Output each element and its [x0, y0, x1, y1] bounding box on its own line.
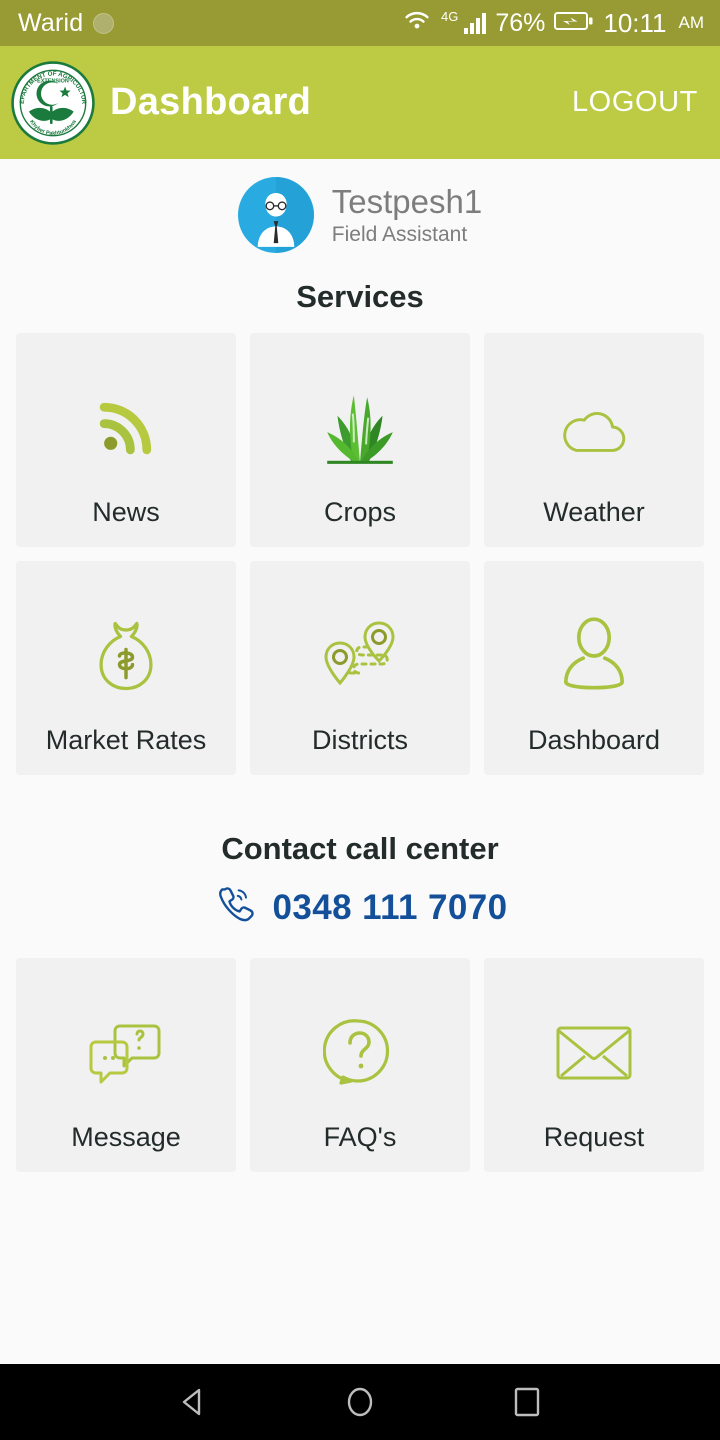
service-label: News: [92, 497, 160, 527]
clock-label: 10:11: [603, 7, 667, 38]
battery-percent-label: 76%: [495, 8, 546, 37]
service-tile-market-rates[interactable]: Market Rates: [16, 561, 236, 775]
money-bag-icon: [90, 617, 162, 695]
status-bar-left: Warid: [18, 8, 115, 38]
sim-dot-icon: [93, 12, 115, 34]
service-tile-dashboard[interactable]: Dashboard: [484, 561, 704, 775]
services-heading: Services: [296, 279, 424, 314]
person-icon: [559, 617, 629, 695]
logout-button[interactable]: LOGOUT: [572, 86, 698, 119]
service-tile-districts[interactable]: Districts: [250, 561, 470, 775]
home-circle-icon[interactable]: [330, 1372, 390, 1432]
profile-role: Field Assistant: [331, 222, 468, 246]
services-grid: News Crops Weather Market Rates District…: [0, 333, 720, 775]
call-center-number[interactable]: 0348 111 7070: [273, 888, 508, 928]
service-tile-weather[interactable]: Weather: [484, 333, 704, 547]
service-label: Dashboard: [527, 725, 661, 755]
rss-feed-icon: [91, 389, 161, 467]
profile-name: Testpesh1: [331, 183, 483, 221]
battery-charging-icon: [554, 10, 594, 37]
contact-tile-request[interactable]: Request: [484, 958, 704, 1172]
wifi-icon: [402, 9, 432, 38]
app-screen: Warid 4G 76% 10:11 AM EPARTMENT OF AGRIC…: [0, 0, 720, 1440]
service-label: Market Rates: [45, 725, 207, 755]
agriculture-department-logo-icon: DEPARTMENT OF AGRICULTURE Khyber Pakhtun…: [8, 55, 96, 146]
status-bar-right: 4G 76% 10:11 AM: [402, 8, 704, 39]
service-label: Crops: [323, 497, 397, 527]
service-label: Weather: [543, 497, 645, 527]
contact-heading: Contact call center: [221, 831, 499, 866]
app-bar: DEPARTMENT OF AGRICULTURE Khyber Pakhtun…: [0, 46, 720, 159]
contact-tile-faqs[interactable]: FAQ's: [250, 958, 470, 1172]
call-center-row[interactable]: 0348 111 7070: [0, 883, 720, 932]
map-route-pins-icon: [317, 617, 403, 695]
back-triangle-icon[interactable]: [163, 1372, 223, 1432]
recents-square-icon[interactable]: [497, 1372, 557, 1432]
user-avatar-icon: [237, 177, 314, 253]
network-type-label: 4G: [440, 8, 459, 24]
main-content: Testpesh1 Field Assistant Services News: [0, 159, 720, 1364]
status-bar: Warid 4G 76% 10:11 AM: [0, 0, 720, 46]
service-tile-news[interactable]: News: [16, 333, 236, 547]
cloud-icon: [553, 389, 635, 467]
service-tile-crops[interactable]: Crops: [250, 333, 470, 547]
profile-text: Testpesh1 Field Assistant: [332, 183, 482, 247]
page-title: Dashboard: [110, 81, 312, 123]
grass-crop-icon: [319, 389, 401, 467]
chat-bubbles-icon: [86, 1014, 166, 1092]
profile-section: Testpesh1 Field Assistant: [0, 159, 720, 253]
question-bubble-icon: [323, 1014, 397, 1092]
contact-label: FAQ's: [323, 1122, 397, 1152]
svg-text:EXTENSION: EXTENSION: [37, 78, 69, 84]
meridiem-label: AM: [678, 13, 705, 32]
service-label: Districts: [312, 725, 408, 755]
envelope-icon: [554, 1014, 634, 1092]
contact-tile-message[interactable]: Message: [16, 958, 236, 1172]
contact-label: Message: [71, 1122, 181, 1152]
contact-grid: Message FAQ's Request: [0, 958, 720, 1172]
android-nav-bar: [0, 1364, 720, 1440]
phone-ringing-icon: [213, 883, 257, 932]
signal-bars-icon: [464, 12, 487, 34]
contact-label: Request: [543, 1122, 645, 1152]
carrier-label: Warid: [18, 8, 84, 37]
